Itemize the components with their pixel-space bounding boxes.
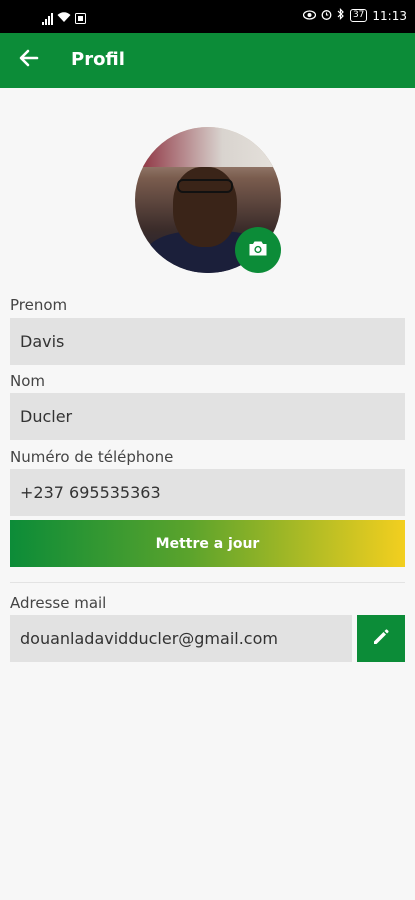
app-bar: Profil [0,33,415,88]
status-time: 11:13 [372,8,407,23]
last-name-label: Nom [10,372,46,390]
back-button[interactable] [14,45,44,75]
eye-icon [302,9,317,23]
signal-icon [42,12,53,25]
status-bar: 37 11:13 [0,0,415,33]
bluetooth-icon [337,8,345,23]
first-name-label: Prenom [10,296,68,314]
pencil-icon [372,628,390,650]
arrow-left-icon [19,49,39,71]
alarm-icon [321,9,332,23]
edit-email-button[interactable] [357,615,405,662]
page-title: Profil [71,49,125,70]
email-field[interactable]: douanladavidducler@gmail.com [10,615,352,662]
status-right-icons: 37 11:13 [302,8,407,23]
update-button[interactable]: Mettre a jour [10,520,405,567]
avatar-container [135,127,281,273]
divider [10,582,405,583]
camera-icon [248,240,268,261]
first-name-field[interactable]: Davis [10,318,405,365]
phone-label: Numéro de téléphone [10,448,174,466]
phone-field[interactable]: +237 695535363 [10,469,405,516]
email-label: Adresse mail [10,594,107,612]
battery-icon: 37 [349,9,368,22]
change-photo-button[interactable] [235,227,281,273]
notification-icon [75,9,86,28]
wifi-icon [57,11,71,26]
last-name-field[interactable]: Ducler [10,393,405,440]
status-left-icons [42,9,86,28]
